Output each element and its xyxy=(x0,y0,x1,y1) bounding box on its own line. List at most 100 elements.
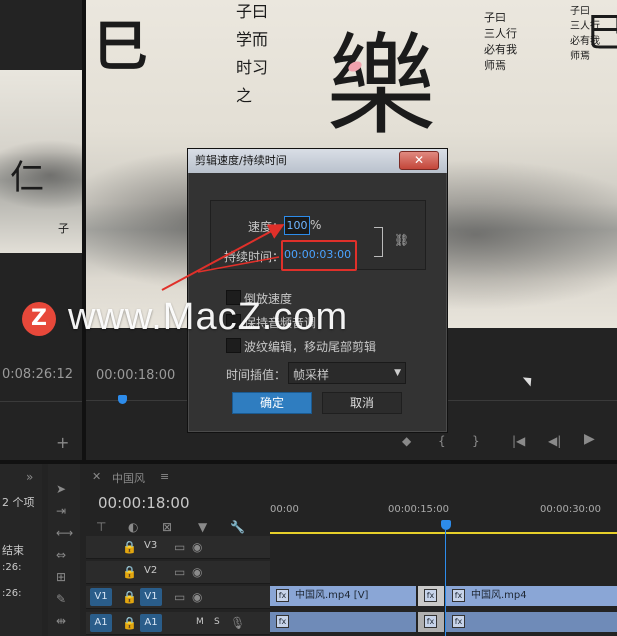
tab-menu-icon[interactable]: ≡ xyxy=(160,470,169,483)
add-button-icon[interactable]: + xyxy=(56,435,69,451)
speed-label: 速度： xyxy=(248,220,285,234)
audio-clip[interactable]: fx xyxy=(446,612,617,632)
rate-stretch-tool-icon[interactable]: ⊞ xyxy=(56,570,66,584)
work-area-bar[interactable] xyxy=(270,532,617,534)
fx-badge-icon: fx xyxy=(452,588,465,602)
tab-sequence[interactable]: 中国风 xyxy=(112,470,145,486)
sync-lock-icon[interactable]: ▭ xyxy=(174,565,185,579)
mute-button[interactable]: M xyxy=(196,617,204,627)
lock-icon[interactable]: 🔒 xyxy=(122,565,137,579)
project-item-count: 2 个项 xyxy=(2,496,35,509)
ruler-tick-label: 00:00:30:00 xyxy=(540,504,602,515)
track-target-v1[interactable]: V1 xyxy=(140,588,162,606)
column-header-end[interactable]: 结束 xyxy=(2,542,24,558)
calligraphy-glyph: 仁 xyxy=(10,158,44,198)
clip-label: 中国风.mp4 [V] xyxy=(295,590,369,601)
track-select-tool-icon[interactable]: ⇥ xyxy=(56,504,66,518)
fx-badge-icon: fx xyxy=(452,614,465,628)
project-panel: » 2 个项 结束 :26: :26: xyxy=(0,464,42,636)
mouse-cursor-icon xyxy=(522,373,536,387)
project-row[interactable]: :26: xyxy=(2,588,21,599)
track-label: V3 xyxy=(144,540,158,551)
clip-speed-dialog: 剪辑速度/持续时间 ✕ 速度： 100 % 持续时间： 00:00:03:00 … xyxy=(187,148,448,433)
track-target-a1[interactable]: A1 xyxy=(140,614,162,632)
source-timecode[interactable]: 0:08:26:12 xyxy=(2,367,73,382)
eye-icon[interactable]: ◉ xyxy=(192,540,202,554)
video-clip[interactable]: fx 中国风.mp4 [V] xyxy=(270,586,416,606)
time-interpolation-select[interactable]: 帧采样 ▼ xyxy=(288,362,406,384)
duration-highlight-box xyxy=(281,240,357,271)
source-monitor-controls: 0:08:26:12 + xyxy=(0,253,82,460)
clip-gap-segment[interactable]: fx xyxy=(418,586,444,606)
insert-nest-icon[interactable]: ⊤ xyxy=(96,520,106,534)
seal-glyph-left: 巳 xyxy=(94,14,148,78)
play-icon[interactable]: ▶ xyxy=(584,432,595,446)
source-scrub-bar[interactable] xyxy=(0,401,82,402)
step-back-icon[interactable]: ◀| xyxy=(548,434,561,448)
track-header-a1[interactable]: A1 🔒 A1 M S 🎙 xyxy=(86,612,270,635)
track-label: V2 xyxy=(144,565,158,576)
mark-in-icon[interactable]: { xyxy=(438,434,446,448)
lock-icon[interactable]: 🔒 xyxy=(122,616,137,630)
snap-icon[interactable]: ◐ xyxy=(128,520,138,534)
linked-selection-icon[interactable]: ⊠ xyxy=(162,520,172,534)
eye-icon[interactable]: ◉ xyxy=(192,565,202,579)
add-marker-icon[interactable]: ▼ xyxy=(198,520,207,534)
program-playhead[interactable] xyxy=(118,395,127,404)
lock-icon[interactable]: 🔒 xyxy=(122,540,137,554)
chevron-down-icon: ▼ xyxy=(394,368,401,378)
microphone-icon[interactable]: 🎙 xyxy=(230,616,245,630)
track-header-v3[interactable]: 🔒 V3 ▭ ◉ xyxy=(86,536,270,559)
cancel-button[interactable]: 取消 xyxy=(322,392,402,414)
slip-tool-icon[interactable]: ⇹ xyxy=(56,614,66,628)
link-bracket xyxy=(374,227,383,257)
track-header-v2[interactable]: 🔒 V2 ▭ ◉ xyxy=(86,561,270,584)
ripple-edit-tool-icon[interactable]: ⟷ xyxy=(56,526,73,540)
ripple-edit-label: 波纹编辑，移动尾部剪辑 xyxy=(244,340,377,354)
source-patch-a1[interactable]: A1 xyxy=(90,614,112,632)
fx-badge-icon: fx xyxy=(424,614,437,628)
audio-clip[interactable]: fx xyxy=(270,612,416,632)
time-interpolation-label: 时间插值： xyxy=(226,368,287,382)
fx-badge-icon: fx xyxy=(276,614,289,628)
project-row[interactable]: :26: xyxy=(2,562,21,573)
program-timecode[interactable]: 00:00:18:00 xyxy=(96,368,175,383)
ok-button[interactable]: 确定 xyxy=(232,392,312,414)
fx-badge-icon: fx xyxy=(424,588,437,602)
time-interpolation-value: 帧采样 xyxy=(293,368,330,382)
speed-unit: % xyxy=(310,218,322,232)
clip-label: 中国风.mp4 xyxy=(471,590,527,601)
fx-badge-icon: fx xyxy=(276,588,289,602)
tools-panel: ➤ ⇥ ⟷ ⇔ ⊞ ✎ ⇹ xyxy=(48,464,80,636)
razor-tool-icon[interactable]: ✎ xyxy=(56,592,66,606)
duration-label: 持续时间： xyxy=(224,250,285,264)
panel-overflow-icon[interactable]: » xyxy=(26,470,33,484)
sequence-playhead-timecode[interactable]: 00:00:18:00 xyxy=(98,494,190,512)
audio-clip-gap[interactable]: fx xyxy=(418,612,444,632)
close-button[interactable]: ✕ xyxy=(399,151,439,170)
mark-out-icon[interactable]: } xyxy=(472,434,480,448)
ruler-tick-label: 00:00 xyxy=(270,504,299,515)
sync-lock-icon[interactable]: ▭ xyxy=(174,590,185,604)
track-header-v1[interactable]: V1 🔒 V1 ▭ ◉ xyxy=(86,586,270,609)
calligraphy-column: 子曰 学而 时习 之 xyxy=(236,2,269,105)
lock-icon[interactable]: 🔒 xyxy=(122,590,137,604)
timeline-playhead[interactable] xyxy=(441,520,451,530)
eye-icon[interactable]: ◉ xyxy=(192,590,202,604)
source-patch-v1[interactable]: V1 xyxy=(90,588,112,606)
solo-button[interactable]: S xyxy=(214,617,220,627)
ripple-edit-checkbox[interactable] xyxy=(226,338,241,353)
go-to-in-icon[interactable]: |◀ xyxy=(512,434,525,448)
marker-icon[interactable]: ◆ xyxy=(402,434,411,448)
rolling-edit-tool-icon[interactable]: ⇔ xyxy=(56,548,66,562)
sync-lock-icon[interactable]: ▭ xyxy=(174,540,185,554)
speed-input[interactable]: 100 xyxy=(284,216,310,235)
link-chain-icon[interactable]: ⛓ xyxy=(394,233,409,247)
ruler-tick-label: 00:00:15:00 xyxy=(388,504,450,515)
dialog-title-bar[interactable]: 剪辑速度/持续时间 ✕ xyxy=(188,149,447,173)
video-clip[interactable]: fx 中国风.mp4 xyxy=(446,586,617,606)
selection-tool-icon[interactable]: ➤ xyxy=(56,482,66,496)
wrench-icon[interactable]: 🔧 xyxy=(230,520,245,534)
calligraphy-glyph: 子 xyxy=(58,222,69,235)
close-tab-icon[interactable]: ✕ xyxy=(92,470,101,484)
